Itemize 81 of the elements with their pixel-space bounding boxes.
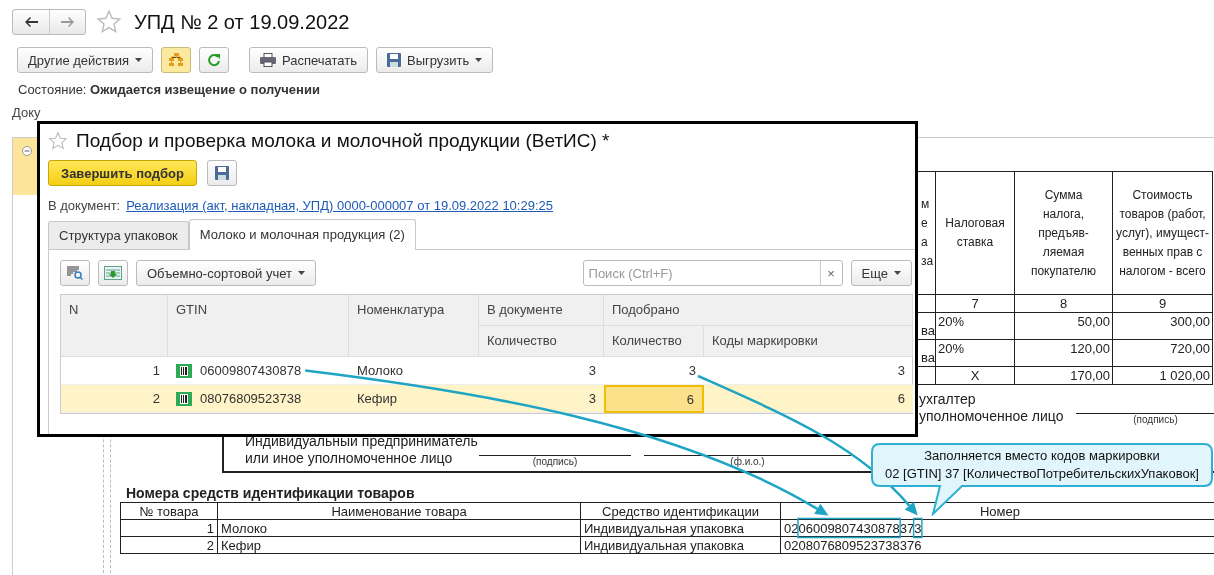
table-cell: 20% (935, 339, 1015, 367)
tab[interactable]: Структура упаковок (48, 221, 189, 249)
status-value: Ожидается извещение о получении (90, 82, 320, 97)
column-header: Количество (604, 326, 704, 357)
column-header: Наименование товара (217, 502, 581, 520)
table-cell: 120,00 (1014, 339, 1113, 367)
table-cell: 20% (935, 312, 1015, 340)
table-cell: 6 (704, 385, 913, 413)
collapse-icon[interactable] (22, 146, 32, 156)
documents-label: Доку (12, 105, 41, 120)
table-cell: 2 (120, 536, 218, 554)
document-label: В документ: (48, 197, 121, 213)
table-cell: Кефир (217, 536, 581, 554)
table-cell[interactable]: 6 (604, 385, 704, 413)
printer-icon (260, 53, 276, 67)
signature-caption: (подпись) (532, 456, 578, 467)
window-title: УПД № 2 от 19.09.2022 (134, 10, 350, 34)
status-label: Состояние: (18, 82, 87, 97)
column-header: Номер (780, 502, 1214, 520)
barcode-icon (176, 391, 192, 406)
clear-button[interactable]: × (819, 261, 842, 285)
table-cell: 50,00 (1014, 312, 1113, 340)
column-header: Количество (479, 326, 604, 357)
column-header: Подобрано (604, 295, 913, 326)
star-icon[interactable] (96, 9, 122, 35)
barcode-search-button[interactable] (60, 260, 90, 286)
refresh-button[interactable] (199, 47, 229, 73)
signature-caption: (подпись) (1133, 414, 1178, 425)
caret-icon (297, 271, 305, 275)
more-actions-button[interactable]: Другие действия (17, 47, 153, 73)
table-cell: 2 (61, 385, 168, 413)
print-button[interactable]: Распечатать (249, 47, 368, 73)
table-cell: Молоко (217, 519, 581, 537)
table-cell: 720,00 (1112, 339, 1213, 367)
document-link[interactable]: Реализация (акт, накладная, УПД) 0000-000007 от 19.09.2022 10:29:25 (126, 197, 553, 213)
column-header: Стоимость товаров (работ, услуг), имущест- венных прав с налогом - всего (1112, 171, 1213, 295)
barcode-icon (176, 363, 192, 378)
column-number: 7 (935, 294, 1015, 313)
table-cell: X (935, 366, 1015, 385)
table-cell: 08076809523738 (168, 385, 349, 413)
caret-icon (135, 58, 142, 62)
table-cell: 3 (479, 385, 604, 413)
table-cell: Кефир (349, 385, 479, 413)
column-header: N (61, 295, 168, 357)
signer-label: Индивидуальный предприниматель или иное уполномоченное лицо (245, 433, 479, 467)
tab[interactable]: Молоко и молочная продукция (2) (188, 219, 416, 250)
fill-button[interactable] (98, 260, 128, 286)
table-cell: 1 020,00 (1112, 366, 1213, 385)
dialog-title: Подбор и проверка молока и молочной продукции (ВетИС) * (76, 130, 610, 152)
table-cell: 1 (120, 519, 218, 537)
column-header: Коды маркировки (704, 326, 913, 357)
table-cell: Индивидуальная упаковка (580, 519, 781, 537)
structure-button[interactable] (161, 47, 191, 73)
forward-arrow-icon (60, 17, 75, 27)
caret-icon (475, 58, 483, 62)
back-arrow-icon (24, 17, 38, 27)
more-button[interactable]: Еще (850, 260, 912, 286)
hierarchy-icon (168, 53, 184, 67)
table-cell: 170,00 (1014, 366, 1113, 385)
table-cell: 300,00 (1112, 312, 1213, 340)
table-cell: Индивидуальная упаковка (580, 536, 781, 554)
column-header: № товара (120, 502, 218, 520)
column-header: GTIN (168, 295, 349, 357)
finish-button[interactable]: Завершить подбор (48, 160, 197, 186)
star-icon[interactable] (48, 131, 68, 151)
column-number: 9 (1112, 294, 1213, 313)
signer-label: ухгалтер уполномоченное лицо (919, 391, 1064, 425)
column-header: Средство идентификации (580, 502, 781, 520)
column-number: 8 (1014, 294, 1113, 313)
table-download-icon (104, 266, 122, 280)
section-title: Номера средств идентификации товаров (126, 485, 416, 501)
refresh-icon (207, 53, 221, 67)
search-field[interactable]: Поиск (Ctrl+F) × (582, 260, 843, 286)
signature-caption: (ф.и.о.) (730, 456, 765, 467)
save-button[interactable] (206, 160, 237, 186)
column-header: В документе (479, 295, 604, 326)
export-button[interactable]: Выгрузить (376, 47, 494, 73)
column-header: Номенклатура (349, 295, 479, 357)
view-mode-dropdown[interactable]: Объемно-сортовой учет (136, 260, 316, 286)
caret-icon (894, 271, 901, 275)
column-header: Сумма налога, предъяв- ляемая покупателю (1014, 171, 1113, 295)
